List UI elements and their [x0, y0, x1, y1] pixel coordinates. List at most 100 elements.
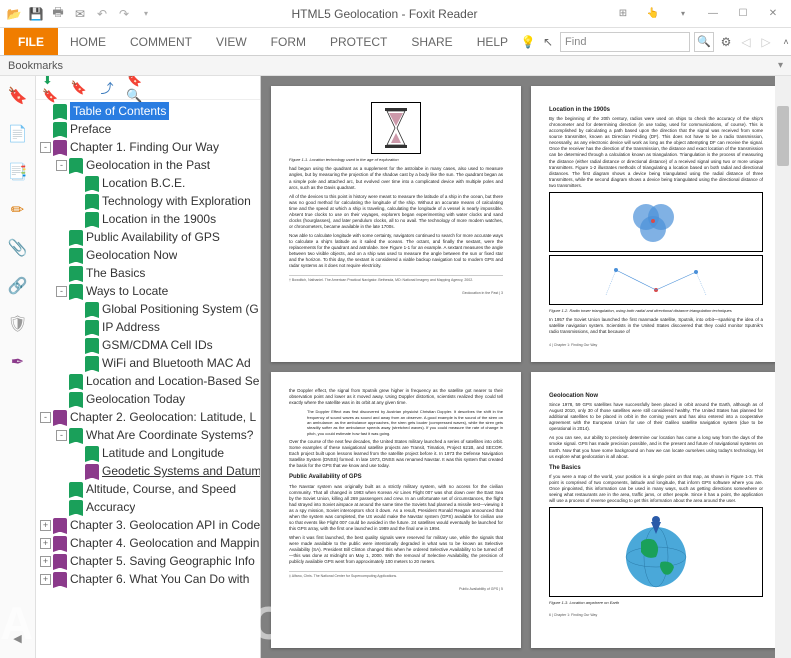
tab-home[interactable]: HOME: [58, 28, 118, 55]
collapse-ribbon-icon[interactable]: ˄: [778, 34, 791, 50]
tree-toggle-icon: [72, 322, 83, 333]
dropdown-icon[interactable]: ▾: [669, 4, 697, 24]
bookmark-label: Geodetic Systems and Datums: [102, 462, 260, 480]
bookmark-item[interactable]: + Chapter 3. Geolocation API in Code: [36, 516, 260, 534]
links-nav-icon[interactable]: 🔗: [6, 274, 30, 298]
pdf-page: the Doppler effect, the signal from Sput…: [271, 372, 521, 648]
attachments-nav-icon[interactable]: 📎: [6, 236, 30, 260]
bookmark-item[interactable]: Technology with Exploration: [36, 192, 260, 210]
bookmark-item[interactable]: Location B.C.E.: [36, 174, 260, 192]
print-icon[interactable]: 🖶: [50, 6, 66, 22]
pdf-page: Geolocation Now Since 1978, 59 GPS satel…: [531, 372, 781, 648]
bookmark-item[interactable]: Location in the 1900s: [36, 210, 260, 228]
bookmark-ribbon-icon: [69, 500, 83, 514]
bookmarks-nav-icon[interactable]: 🔖: [6, 84, 30, 108]
tree-toggle-icon[interactable]: +: [40, 556, 51, 567]
ribbon-options-icon[interactable]: ⊞: [609, 4, 637, 24]
new-bookmark-icon[interactable]: 🔖: [70, 79, 88, 97]
bookmark-item[interactable]: Geolocation Now: [36, 246, 260, 264]
bookmark-item[interactable]: -Chapter 2. Geolocation: Latitude, L: [36, 408, 260, 426]
search-icon[interactable]: 🔍: [694, 32, 714, 52]
bookmark-item[interactable]: Altitude, Course, and Speed: [36, 480, 260, 498]
tab-view[interactable]: VIEW: [204, 28, 259, 55]
bookmark-item[interactable]: The Basics: [36, 264, 260, 282]
tree-toggle-icon[interactable]: +: [40, 574, 51, 585]
bookmark-item[interactable]: Geolocation Today: [36, 390, 260, 408]
tree-toggle-icon[interactable]: -: [40, 142, 51, 153]
bookmark-item[interactable]: Global Positioning System (G: [36, 300, 260, 318]
bookmark-item[interactable]: IP Address: [36, 318, 260, 336]
bookmark-item[interactable]: Geodetic Systems and Datums: [36, 462, 260, 480]
comments-nav-icon[interactable]: ✏: [6, 198, 30, 222]
tree-toggle-icon[interactable]: -: [40, 412, 51, 423]
pointer-icon[interactable]: ↖: [540, 34, 556, 50]
scrollbar-thumb[interactable]: [777, 106, 789, 166]
bookmark-item[interactable]: GSM/CDMA Cell IDs: [36, 336, 260, 354]
next-icon[interactable]: ▷: [758, 34, 774, 50]
tab-share[interactable]: SHARE: [399, 28, 464, 55]
qat-dropdown-icon[interactable]: ▾: [138, 6, 154, 22]
signatures-nav-icon[interactable]: ✒: [6, 350, 30, 374]
bookmark-item[interactable]: Latitude and Longitude: [36, 444, 260, 462]
security-nav-icon[interactable]: 🛡: [6, 312, 30, 336]
bookmark-item[interactable]: +Chapter 5. Saving Geographic Info: [36, 552, 260, 570]
bookmark-item[interactable]: -Geolocation in the Past: [36, 156, 260, 174]
search-input[interactable]: Find: [560, 32, 690, 52]
touch-mode-icon[interactable]: 👆: [639, 4, 667, 24]
tab-protect[interactable]: PROTECT: [318, 28, 399, 55]
main-area: 🔖 📄 📑 ✏ 📎 🔗 🛡 ✒ ◀ ⬇🔖 🔖 ⤴ 🔖🔍 Table of Con…: [0, 76, 791, 658]
document-scrollbar[interactable]: [775, 76, 791, 658]
bookmark-item[interactable]: Location and Location-Based Se: [36, 372, 260, 390]
bookmark-item[interactable]: -Chapter 1. Finding Our Way: [36, 138, 260, 156]
collapse-nav-icon[interactable]: ◀: [6, 626, 30, 650]
expand-all-icon[interactable]: ⬇🔖: [42, 79, 60, 97]
bookmark-item[interactable]: -What Are Coordinate Systems?: [36, 426, 260, 444]
bookmark-item[interactable]: WiFi and Bluetooth MAC Ad: [36, 354, 260, 372]
gear-icon[interactable]: ⚙: [718, 34, 734, 50]
bookmark-item[interactable]: -Ways to Locate: [36, 282, 260, 300]
bookmark-ribbon-icon: [85, 464, 99, 478]
pages-nav-icon[interactable]: 📄: [6, 122, 30, 146]
bookmarks-menu-icon[interactable]: ▾: [778, 60, 783, 71]
tree-toggle-icon[interactable]: +: [40, 538, 51, 549]
tree-toggle-icon[interactable]: -: [56, 286, 67, 297]
bookmark-search-icon[interactable]: 🔖🔍: [126, 79, 144, 97]
redo-icon[interactable]: ↷: [116, 6, 132, 22]
layers-nav-icon[interactable]: 📑: [6, 160, 30, 184]
undo-icon[interactable]: ↶: [94, 6, 110, 22]
email-icon[interactable]: ✉: [72, 6, 88, 22]
bookmark-ribbon-icon: [69, 482, 83, 496]
tree-toggle-icon[interactable]: +: [40, 520, 51, 531]
document-area[interactable]: Figure 1-1. Location technology used in …: [261, 76, 791, 658]
save-icon[interactable]: 💾: [28, 6, 44, 22]
bookmark-item[interactable]: Accuracy: [36, 498, 260, 516]
bookmark-label: Location in the 1900s: [102, 210, 216, 228]
prev-icon[interactable]: ◁: [738, 34, 754, 50]
tab-help[interactable]: HELP: [465, 28, 520, 55]
open-icon[interactable]: 📂: [6, 6, 22, 22]
maximize-icon[interactable]: ☐: [729, 4, 757, 24]
bookmark-label: Table of Contents: [70, 102, 169, 120]
ribbon-tabs: FILE HOME COMMENT VIEW FORM PROTECT SHAR…: [0, 28, 791, 56]
bookmarks-tree: Table of ContentsPreface-Chapter 1. Find…: [36, 100, 260, 658]
tree-toggle-icon[interactable]: -: [56, 160, 67, 171]
bookmark-label: Chapter 3. Geolocation API in Code: [70, 516, 260, 534]
tree-toggle-icon[interactable]: -: [56, 430, 67, 441]
file-tab[interactable]: FILE: [4, 28, 58, 55]
bookmark-label: WiFi and Bluetooth MAC Ad: [102, 354, 251, 372]
bookmark-item[interactable]: Public Availability of GPS: [36, 228, 260, 246]
minimize-icon[interactable]: —: [699, 4, 727, 24]
tree-toggle-icon: [40, 124, 51, 135]
bookmark-item[interactable]: Preface: [36, 120, 260, 138]
bookmark-item[interactable]: +Chapter 6. What You Can Do with: [36, 570, 260, 588]
bookmark-ribbon-icon: [85, 302, 99, 316]
close-icon[interactable]: ✕: [759, 4, 787, 24]
bookmark-item[interactable]: Table of Contents: [36, 102, 260, 120]
tab-comment[interactable]: COMMENT: [118, 28, 204, 55]
tab-form[interactable]: FORM: [259, 28, 318, 55]
collapse-all-icon[interactable]: ⤴: [98, 79, 116, 97]
bulb-icon[interactable]: 💡: [520, 34, 536, 50]
tree-toggle-icon: [72, 340, 83, 351]
bookmark-item[interactable]: +Chapter 4. Geolocation and Mapping: [36, 534, 260, 552]
bookmark-ribbon-icon: [53, 518, 67, 532]
